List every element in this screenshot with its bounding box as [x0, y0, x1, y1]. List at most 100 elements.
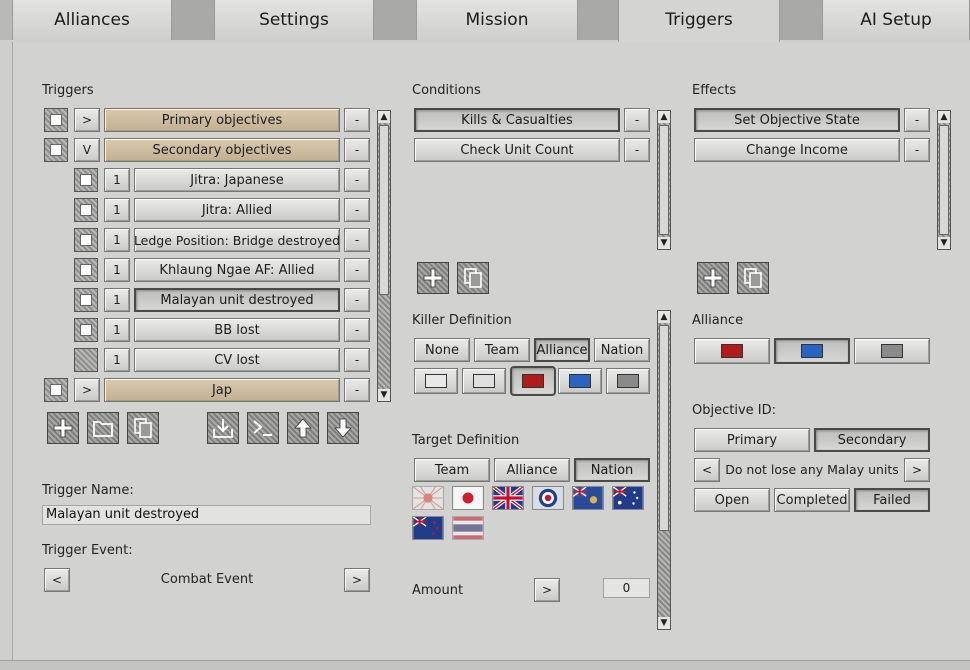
- scroll-up-icon[interactable]: ▲: [658, 111, 670, 123]
- objective-completed-button[interactable]: Completed: [774, 488, 850, 512]
- copy-trigger-button[interactable]: [127, 412, 159, 444]
- trigger-remove-button[interactable]: -: [344, 228, 370, 252]
- killer-color-button-selected[interactable]: [510, 366, 556, 396]
- move-down-button[interactable]: [327, 412, 359, 444]
- killer-color-button[interactable]: [606, 368, 650, 394]
- flag-blue-ensign-icon[interactable]: [572, 486, 604, 510]
- amount-input[interactable]: 0: [603, 578, 650, 598]
- killer-nation-button[interactable]: Nation: [594, 338, 650, 362]
- effect-item[interactable]: Change Income: [694, 138, 900, 162]
- trigger-group-secondary[interactable]: Secondary objectives: [104, 138, 340, 162]
- objective-failed-button[interactable]: Failed: [854, 488, 930, 512]
- flag-new-zealand-icon[interactable]: [412, 516, 444, 540]
- trigger-expand-button[interactable]: V: [74, 138, 100, 162]
- scroll-down-icon[interactable]: ▼: [938, 237, 950, 249]
- add-condition-button[interactable]: [417, 262, 449, 294]
- trigger-remove-button[interactable]: -: [344, 168, 370, 192]
- scroll-down-icon[interactable]: ▼: [378, 389, 390, 401]
- trigger-item[interactable]: Khlaung Ngae AF: Allied: [134, 258, 340, 282]
- trigger-checkbox[interactable]: [44, 138, 68, 162]
- trigger-remove-button[interactable]: -: [344, 258, 370, 282]
- trigger-checkbox[interactable]: [74, 318, 98, 342]
- trigger-count[interactable]: 1: [104, 348, 130, 372]
- trigger-checkbox[interactable]: [44, 108, 68, 132]
- trigger-count[interactable]: 1: [104, 198, 130, 222]
- scroll-thumb[interactable]: [379, 125, 389, 295]
- effect-item-selected[interactable]: Set Objective State: [694, 108, 900, 132]
- trigger-expand-button[interactable]: >: [74, 378, 100, 402]
- trigger-count[interactable]: 1: [104, 228, 130, 252]
- trigger-item[interactable]: Jitra: Japanese: [134, 168, 340, 192]
- alliance-color-button[interactable]: [694, 338, 770, 364]
- target-alliance-button[interactable]: Alliance: [494, 458, 570, 482]
- effect-remove-button[interactable]: -: [904, 108, 930, 132]
- copy-effect-button[interactable]: [737, 262, 769, 294]
- trigger-remove-button[interactable]: -: [344, 108, 370, 132]
- trigger-checkbox[interactable]: [74, 198, 98, 222]
- scroll-up-icon[interactable]: ▲: [938, 111, 950, 123]
- tab-settings[interactable]: Settings: [214, 0, 374, 40]
- flag-thailand-icon[interactable]: [452, 516, 484, 540]
- objective-next-button[interactable]: >: [904, 458, 930, 482]
- trigger-checkbox[interactable]: [74, 168, 98, 192]
- trigger-name-input[interactable]: Malayan unit destroyed: [42, 505, 371, 525]
- effects-scrollbar[interactable]: ▲ ▼: [937, 110, 951, 250]
- condition-remove-button[interactable]: -: [624, 138, 650, 162]
- script-trigger-button[interactable]: [247, 412, 279, 444]
- add-folder-button[interactable]: [87, 412, 119, 444]
- flag-uk-icon[interactable]: [492, 486, 524, 510]
- trigger-remove-button[interactable]: -: [344, 318, 370, 342]
- trigger-item[interactable]: Ledge Position: Bridge destroyed: [134, 228, 340, 252]
- flag-australia-icon[interactable]: [612, 486, 644, 510]
- objective-open-button[interactable]: Open: [694, 488, 770, 512]
- import-trigger-button[interactable]: [207, 412, 239, 444]
- killer-team-button[interactable]: Team: [474, 338, 530, 362]
- objective-primary-button[interactable]: Primary: [694, 428, 810, 452]
- killer-color-button[interactable]: [558, 368, 602, 394]
- trigger-item[interactable]: BB lost: [134, 318, 340, 342]
- copy-condition-button[interactable]: [457, 262, 489, 294]
- triggers-scrollbar[interactable]: ▲ ▼: [377, 110, 391, 402]
- flag-roundel-icon[interactable]: [532, 486, 564, 510]
- trigger-remove-button[interactable]: -: [344, 348, 370, 372]
- trigger-checkbox[interactable]: [74, 288, 98, 312]
- trigger-checkbox[interactable]: [74, 258, 98, 282]
- flag-japan-icon[interactable]: [452, 486, 484, 510]
- alliance-color-button-selected[interactable]: [774, 338, 850, 364]
- scroll-thumb[interactable]: [659, 325, 669, 531]
- trigger-item[interactable]: Jitra: Allied: [134, 198, 340, 222]
- objective-prev-button[interactable]: <: [694, 458, 720, 482]
- trigger-event-prev-button[interactable]: <: [44, 568, 70, 592]
- tab-ai-setup[interactable]: AI Setup: [822, 0, 970, 40]
- trigger-checkbox[interactable]: [74, 348, 98, 372]
- scroll-thumb[interactable]: [939, 125, 949, 235]
- add-effect-button[interactable]: [697, 262, 729, 294]
- flag-japan-rising-sun-icon[interactable]: [412, 486, 444, 510]
- amount-next-button[interactable]: >: [534, 578, 560, 602]
- trigger-group-primary[interactable]: Primary objectives: [104, 108, 340, 132]
- trigger-count[interactable]: 1: [104, 168, 130, 192]
- effect-remove-button[interactable]: -: [904, 138, 930, 162]
- objective-secondary-button[interactable]: Secondary: [814, 428, 930, 452]
- trigger-remove-button[interactable]: -: [344, 378, 370, 402]
- tab-alliances[interactable]: Alliances: [12, 0, 172, 40]
- add-trigger-button[interactable]: [47, 412, 79, 444]
- killer-alliance-button[interactable]: Alliance: [534, 338, 590, 362]
- scroll-down-icon[interactable]: ▼: [658, 237, 670, 249]
- trigger-count[interactable]: 1: [104, 288, 130, 312]
- scroll-thumb[interactable]: [659, 125, 669, 235]
- killer-color-button[interactable]: [462, 368, 506, 394]
- trigger-remove-button[interactable]: -: [344, 198, 370, 222]
- trigger-item[interactable]: CV lost: [134, 348, 340, 372]
- tab-triggers[interactable]: Triggers: [618, 0, 780, 42]
- trigger-event-next-button[interactable]: >: [344, 568, 370, 592]
- killer-none-button[interactable]: None: [414, 338, 470, 362]
- scroll-up-icon[interactable]: ▲: [378, 111, 390, 123]
- trigger-expand-button[interactable]: >: [74, 108, 100, 132]
- condition-remove-button[interactable]: -: [624, 108, 650, 132]
- condition-item[interactable]: Check Unit Count: [414, 138, 620, 162]
- trigger-group-jap[interactable]: Jap: [104, 378, 340, 402]
- condition-item-selected[interactable]: Kills & Casualties: [414, 108, 620, 132]
- trigger-count[interactable]: 1: [104, 258, 130, 282]
- trigger-remove-button[interactable]: -: [344, 288, 370, 312]
